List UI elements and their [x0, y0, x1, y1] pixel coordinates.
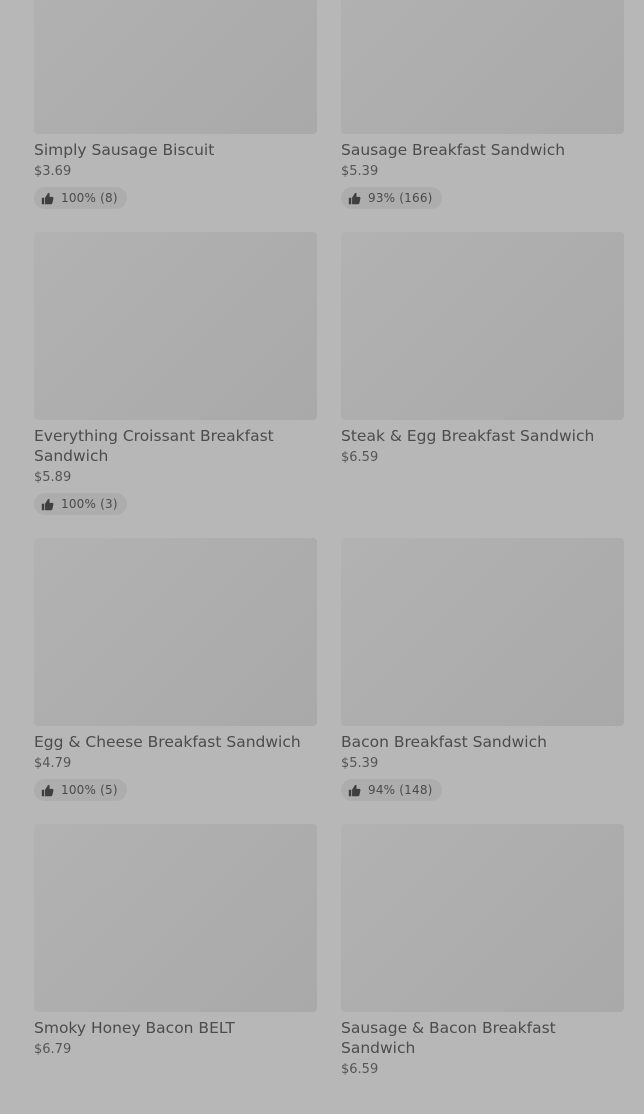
- menu-item-name: Smoky Honey Bacon BELT: [34, 1019, 235, 1037]
- thumbs-up-icon: [41, 498, 54, 511]
- menu-item-image[interactable]: [341, 538, 624, 726]
- rating-text: 100% (8): [61, 191, 118, 205]
- menu-item-name: Sausage & Bacon Breakfast Sandwich: [341, 1019, 556, 1057]
- menu-item-price: $4.79: [34, 756, 72, 771]
- thumbs-up-icon: [348, 784, 361, 797]
- menu-item-image[interactable]: [341, 232, 624, 420]
- thumbs-up-icon: [41, 192, 54, 205]
- menu-item-card[interactable]: Smoky Honey Bacon BELT $6.79: [34, 824, 317, 1114]
- rating-badge: 100% (5): [34, 779, 127, 801]
- menu-item-card[interactable]: Simply Sausage Biscuit $3.69 100% (8): [34, 0, 317, 232]
- menu-item-name: Steak & Egg Breakfast Sandwich: [341, 427, 595, 445]
- rating-text: 100% (3): [61, 497, 118, 511]
- rating-text: 93% (166): [368, 191, 433, 205]
- menu-item-image[interactable]: [34, 538, 317, 726]
- menu-item-price: $6.59: [341, 450, 379, 465]
- menu-item-grid: Simply Sausage Biscuit $3.69 100% (8) Sa…: [34, 0, 624, 1114]
- thumbs-up-icon: [348, 192, 361, 205]
- rating-badge: 94% (148): [341, 779, 442, 801]
- menu-item-card[interactable]: Steak & Egg Breakfast Sandwich $6.59: [341, 232, 624, 538]
- menu-item-card[interactable]: Sausage Breakfast Sandwich $5.39 93% (16…: [341, 0, 624, 232]
- menu-item-price: $6.59: [341, 1062, 379, 1077]
- menu-item-price: $5.39: [341, 164, 379, 179]
- menu-item-name: Bacon Breakfast Sandwich: [341, 733, 547, 751]
- menu-item-image[interactable]: [341, 0, 624, 134]
- menu-item-name: Sausage Breakfast Sandwich: [341, 141, 566, 159]
- rating-text: 100% (5): [61, 783, 118, 797]
- menu-item-card[interactable]: Bacon Breakfast Sandwich $5.39 94% (148): [341, 538, 624, 824]
- menu-item-image[interactable]: [341, 824, 624, 1012]
- menu-item-name: Simply Sausage Biscuit: [34, 141, 215, 159]
- menu-item-image[interactable]: [34, 0, 317, 134]
- menu-item-image[interactable]: [34, 232, 317, 420]
- thumbs-up-icon: [41, 784, 54, 797]
- menu-item-price: $6.79: [34, 1042, 72, 1057]
- rating-badge: 100% (3): [34, 493, 127, 515]
- menu-item-name: Everything Croissant Breakfast Sandwich: [34, 427, 274, 465]
- menu-item-card[interactable]: Egg & Cheese Breakfast Sandwich $4.79 10…: [34, 538, 317, 824]
- menu-item-name: Egg & Cheese Breakfast Sandwich: [34, 733, 301, 751]
- rating-badge: 100% (8): [34, 187, 127, 209]
- rating-text: 94% (148): [368, 783, 433, 797]
- menu-item-price: $5.39: [341, 756, 379, 771]
- menu-item-image[interactable]: [34, 824, 317, 1012]
- menu-item-card[interactable]: Sausage & Bacon Breakfast Sandwich $6.59: [341, 824, 624, 1114]
- menu-item-card[interactable]: Everything Croissant Breakfast Sandwich …: [34, 232, 317, 538]
- menu-item-price: $5.89: [34, 470, 72, 485]
- rating-badge: 93% (166): [341, 187, 442, 209]
- menu-item-price: $3.69: [34, 164, 72, 179]
